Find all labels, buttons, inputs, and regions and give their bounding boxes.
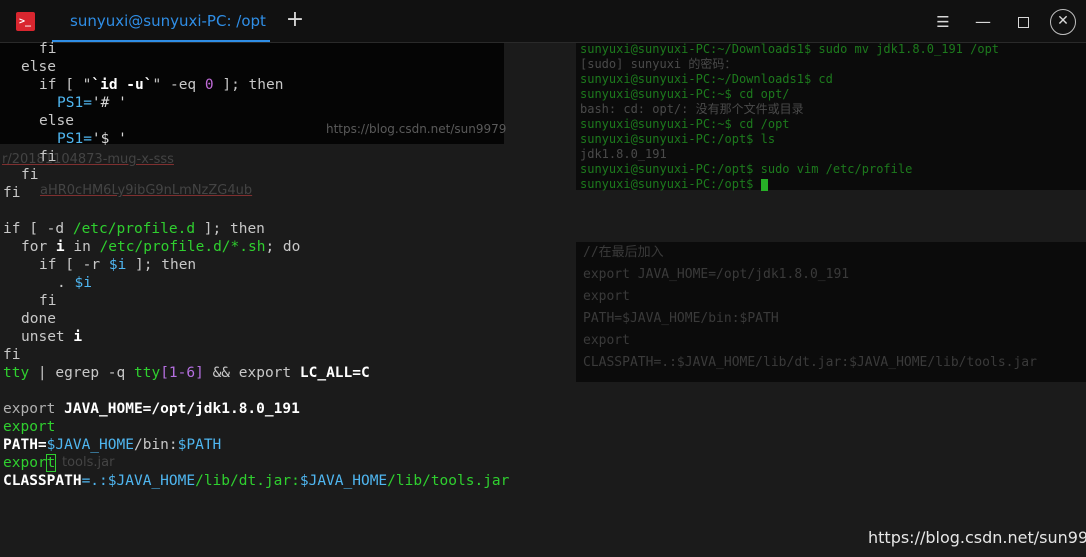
- code-line: export: [3, 419, 56, 435]
- code-line: fi: [3, 185, 21, 201]
- code-line: else: [21, 59, 56, 75]
- code-line: if [ -d /etc/profile.d ]; then: [3, 221, 265, 237]
- bg-term-prompt: sunyuxi@sunyuxi-PC:/opt$: [576, 177, 1086, 192]
- bg-term-line: [sudo] sunyuxi 的密码：: [580, 57, 737, 71]
- menu-icon[interactable]: ☰: [930, 9, 956, 35]
- bg-code-line: export: [583, 333, 630, 348]
- code-line: export JAVA_HOME=/opt/jdk1.8.0_191: [3, 401, 300, 417]
- bg-term-line: sunyuxi@sunyuxi-PC:/opt$ ls: [580, 132, 776, 146]
- code-line: done: [21, 311, 56, 327]
- code-line: fi: [21, 167, 39, 183]
- code-line: export: [3, 454, 57, 472]
- new-tab-button[interactable]: +: [284, 9, 306, 31]
- code-line: else: [39, 113, 74, 129]
- bg-term-cursor: [760, 178, 768, 191]
- code-line: fi: [39, 149, 57, 165]
- bg-code-line: PATH=$JAVA_HOME/bin:$PATH: [583, 311, 779, 326]
- ghost-text: r/20181104873-mug-x-sss: [2, 152, 174, 167]
- bg-code-line: //在最后加入: [583, 245, 664, 260]
- bg-term-line: jdk1.8.0_191: [580, 147, 667, 161]
- tab-active-indicator: [52, 40, 270, 42]
- ghost-text: aHR0cHM6Ly9ibG9nLmNzZG4ub: [40, 183, 253, 198]
- close-icon[interactable]: ✕: [1050, 9, 1076, 35]
- tab-title: sunyuxi@sunyuxi-PC: /opt: [70, 12, 266, 30]
- code-line: if [ "`id -u`" -eq 0 ]; then: [39, 77, 284, 93]
- text-cursor: t: [45, 454, 57, 472]
- tab-terminal[interactable]: sunyuxi@sunyuxi-PC: /opt: [52, 0, 270, 42]
- bg-term-line: sunyuxi@sunyuxi-PC:~/Downloads1$ cd: [580, 72, 833, 86]
- bg-term-line: bash: cd: opt/: 没有那个文件或目录: [580, 102, 804, 116]
- title-bar: >_ sunyuxi@sunyuxi-PC: /opt + ☰ — ✕: [0, 0, 1086, 43]
- bg-term-line: sunyuxi@sunyuxi-PC:/opt$: [580, 177, 761, 191]
- code-line: CLASSPATH=.:$JAVA_HOME/lib/dt.jar:$JAVA_…: [3, 473, 510, 489]
- code-line: if [ -r $i ]; then: [39, 257, 197, 273]
- bg-code-line: export JAVA_HOME=/opt/jdk1.8.0_191: [583, 267, 850, 282]
- bg-term-line: sunyuxi@sunyuxi-PC:~$ cd /opt: [580, 117, 790, 131]
- background-code-block: //在最后加入 export JAVA_HOME=/opt/jdk1.8.0_1…: [576, 242, 1086, 382]
- bg-term-line: sunyuxi@sunyuxi-PC:/opt$ sudo vim /etc/p…: [580, 162, 913, 176]
- terminal-app-icon: >_: [16, 12, 35, 31]
- code-line: . $i: [57, 275, 92, 291]
- maximize-icon[interactable]: [1010, 9, 1036, 35]
- code-line: fi: [39, 41, 57, 57]
- minimize-icon[interactable]: —: [970, 9, 996, 35]
- background-terminal: sunyuxi@sunyuxi-PC:~/Downloads1$ sudo mv…: [576, 42, 1086, 192]
- bg-code-line: CLASSPATH=.:$JAVA_HOME/lib/dt.jar:$JAVA_…: [583, 355, 1037, 370]
- code-line: PATH=$JAVA_HOME/bin:$PATH: [3, 437, 222, 453]
- bg-term-line: sunyuxi@sunyuxi-PC:~/Downloads1$ sudo mv…: [580, 42, 1000, 56]
- ghost-text: tools.jar: [62, 455, 115, 470]
- code-line: for i in /etc/profile.d/*.sh; do: [21, 239, 301, 255]
- snippet-watermark: https://blog.csdn.net/sun9979: [326, 122, 507, 136]
- bg-term-line: sunyuxi@sunyuxi-PC:~$ cd opt/: [580, 87, 790, 101]
- code-line: fi: [3, 347, 21, 363]
- code-line: PS1='$ ': [57, 131, 127, 147]
- code-line: unset i: [21, 329, 83, 345]
- code-line: fi: [39, 293, 57, 309]
- bg-code-line: export: [583, 289, 630, 304]
- code-line: tty | egrep -q tty[1-6] && export LC_ALL…: [3, 365, 370, 381]
- code-line: PS1='# ': [57, 95, 127, 111]
- csdn-watermark: https://blog.csdn.net/sun9979: [868, 528, 1086, 547]
